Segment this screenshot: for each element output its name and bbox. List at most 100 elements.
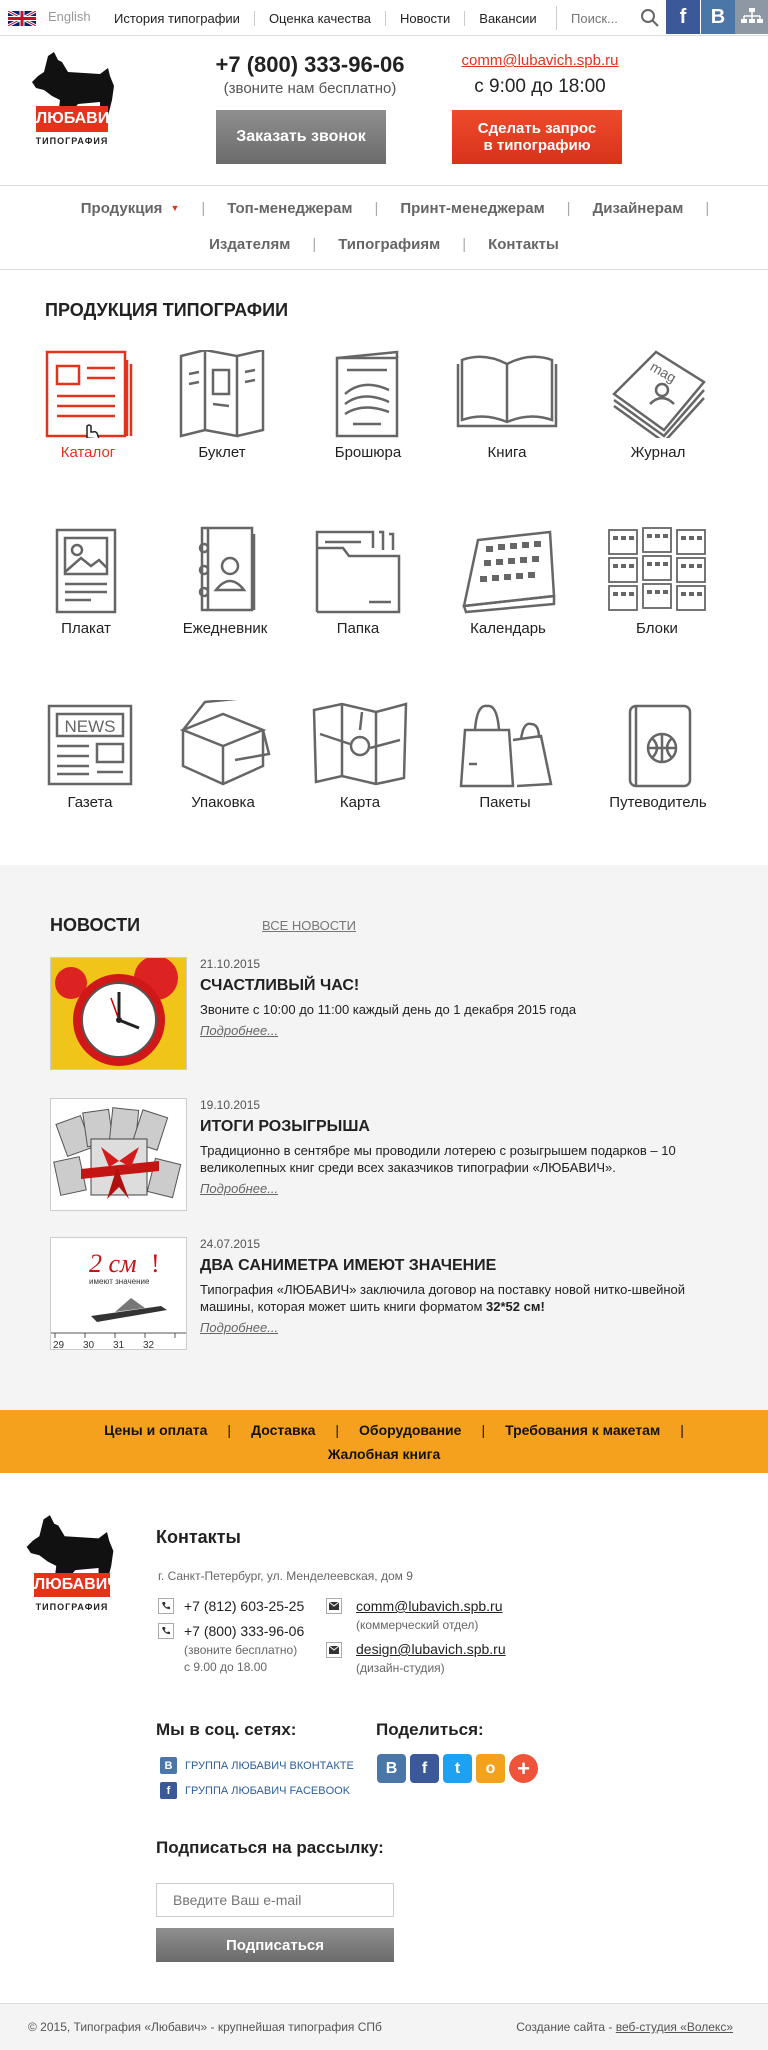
product-planner[interactable]: Ежедневник xyxy=(155,526,295,637)
news-image-clock[interactable] xyxy=(50,957,187,1070)
header-email-link[interactable]: comm@lubavich.spb.ru xyxy=(440,52,640,69)
top-nav-news[interactable]: Новости xyxy=(384,10,464,26)
news-summary-text: Звоните с 10:00 до 11:00 каждый день до … xyxy=(200,1002,577,1017)
nav-contacts[interactable]: Контакты xyxy=(466,236,581,253)
main-nav-row1: Продукция ▼ | Топ-менеджерам | Принт-мене… xyxy=(0,200,768,217)
product-packaging[interactable]: Упаковка xyxy=(153,700,293,811)
news-headline[interactable]: ДВА САНИМЕТРА ИМЕЮТ ЗНАЧЕНИЕ xyxy=(200,1257,496,1275)
product-calendar[interactable]: Календарь xyxy=(438,526,578,637)
news-summary: Традиционно в сентябре мы проводили лоте… xyxy=(200,1142,720,1197)
subscribe-button[interactable]: Подписаться xyxy=(156,1928,394,1962)
product-label: Календарь xyxy=(470,620,546,637)
catalog-icon xyxy=(45,350,133,438)
facebook-icon[interactable]: f xyxy=(160,1782,177,1799)
search-icon[interactable] xyxy=(640,8,660,28)
header-phone[interactable]: +7 (800) 333-96-06 xyxy=(160,52,460,78)
news-date: 21.10.2015 xyxy=(200,957,261,971)
all-news-link[interactable]: ВСЕ НОВОСТИ xyxy=(262,918,356,933)
main-nav-row2: Издателям | Типографиям | Контакты xyxy=(0,236,768,253)
news-summary-text: Типография «ЛЮБАВИЧ» заключила договор н… xyxy=(200,1281,720,1315)
footer-phone-2[interactable]: +7 (800) 333-96-06 xyxy=(184,1623,304,1639)
share-odnoklassniki-icon[interactable]: о xyxy=(476,1754,505,1783)
news-image-ruler-big-text: 2 см xyxy=(89,1249,137,1278)
news-more-link[interactable]: Подробнее... xyxy=(200,1181,278,1196)
facebook-icon[interactable]: f xyxy=(666,0,700,34)
sitemap-icon[interactable] xyxy=(735,0,768,34)
news-more-link[interactable]: Подробнее... xyxy=(200,1023,278,1038)
product-folder[interactable]: Папка xyxy=(288,528,428,637)
logo[interactable]: ЛЮБАВИЧ ТИПОГРАФИЯ xyxy=(28,50,120,160)
product-blocks[interactable]: Блоки xyxy=(587,526,727,637)
link-separator: | xyxy=(680,1422,684,1438)
footer-phone-1[interactable]: +7 (812) 603-25-25 xyxy=(184,1598,304,1614)
top-nav-history[interactable]: История типографии xyxy=(100,11,254,26)
link-complaints-book[interactable]: Жалобная книга xyxy=(308,1446,461,1462)
product-catalog[interactable]: Каталог xyxy=(18,350,158,461)
share-facebook-icon[interactable]: f xyxy=(410,1754,439,1783)
link-layout-requirements[interactable]: Требования к макетам xyxy=(485,1422,680,1438)
logo-label: ЛЮБАВИЧ xyxy=(34,1573,118,1597)
news-title: НОВОСТИ xyxy=(50,915,141,935)
nav-print-managers[interactable]: Принт-менеджерам xyxy=(378,200,566,217)
nav-top-managers[interactable]: Топ-менеджерам xyxy=(205,200,374,217)
logo-label: ЛЮБАВИЧ xyxy=(36,106,120,132)
top-nav-jobs[interactable]: Вакансии xyxy=(464,10,550,26)
product-label: Брошюра xyxy=(334,444,402,461)
nav-designers[interactable]: Дизайнерам xyxy=(571,200,706,217)
share-twitter-icon[interactable]: t xyxy=(443,1754,472,1783)
share-more-icon[interactable]: + xyxy=(509,1754,538,1783)
vkontakte-icon[interactable]: В xyxy=(701,0,735,34)
link-delivery[interactable]: Доставка xyxy=(231,1422,335,1438)
nav-publishers[interactable]: Издателям xyxy=(187,236,312,253)
nav-printing-houses[interactable]: Типографиям xyxy=(316,236,462,253)
share-title: Поделиться: xyxy=(376,1720,484,1739)
footer-phone-2-note: (звоните бесплатно) xyxy=(184,1643,298,1657)
product-map[interactable]: Карта xyxy=(290,700,430,811)
footer-email-commercial[interactable]: comm@lubavich.spb.ru xyxy=(356,1598,503,1614)
subscribe-email-input[interactable] xyxy=(156,1883,394,1917)
uk-flag-icon[interactable] xyxy=(8,11,36,26)
nav-products[interactable]: Продукция ▼ xyxy=(59,200,202,217)
language-link[interactable]: English xyxy=(48,9,91,24)
product-magazine[interactable]: mag Журнал xyxy=(588,350,728,461)
request-button[interactable]: Сделать запрос в типографию xyxy=(452,110,622,164)
book-icon xyxy=(456,355,558,428)
folder-icon xyxy=(315,530,401,614)
product-label: Буклет xyxy=(198,444,246,461)
nav-separator: | xyxy=(705,200,710,217)
link-prices[interactable]: Цены и оплата xyxy=(84,1422,227,1438)
social-title: Мы в соц. сетях: xyxy=(156,1720,297,1739)
newspaper-icon: NEWS xyxy=(47,704,133,786)
share-vk-icon[interactable]: В xyxy=(377,1754,406,1783)
top-nav-quality[interactable]: Оценка качества xyxy=(253,10,385,26)
footer-email-design[interactable]: design@lubavich.spb.ru xyxy=(356,1641,506,1657)
fb-group-link[interactable]: ГРУППА ЛЮБАВИЧ FACEBOOK xyxy=(185,1785,350,1797)
developer-link[interactable]: веб-студия «Волекс» xyxy=(616,2020,733,2034)
news-summary-text: Традиционно в сентябре мы проводили лоте… xyxy=(200,1143,676,1175)
news-headline[interactable]: ИТОГИ РОЗЫГРЫША xyxy=(200,1118,370,1136)
blocks-icon xyxy=(608,527,706,611)
vk-group-link[interactable]: ГРУППА ЛЮБАВИЧ ВКОНТАКТЕ xyxy=(185,1760,354,1772)
product-bags[interactable]: Пакеты xyxy=(435,700,575,811)
footer-logo[interactable]: ЛЮБАВИЧ ТИПОГРАФИЯ xyxy=(22,1513,118,1628)
product-book[interactable]: Книга xyxy=(437,350,577,461)
news-more-link[interactable]: Подробнее... xyxy=(200,1320,278,1335)
box-icon xyxy=(179,700,271,786)
search-input[interactable] xyxy=(557,6,627,30)
logo-subtitle: ТИПОГРАФИЯ xyxy=(35,136,109,146)
product-guidebook[interactable]: Путеводитель xyxy=(588,702,728,811)
news-image-ruler[interactable]: 2 см ! имеют значение 29 30 31 32 xyxy=(50,1237,187,1350)
order-call-button[interactable]: Заказать звонок xyxy=(216,110,386,164)
product-label: Путеводитель xyxy=(609,794,707,811)
product-poster[interactable]: Плакат xyxy=(16,528,156,637)
vkontakte-icon[interactable]: В xyxy=(160,1757,177,1774)
newspaper-icon-label: NEWS xyxy=(65,717,116,736)
news-image-ruler-tick: 32 xyxy=(143,1340,155,1350)
product-booklet[interactable]: Буклет xyxy=(152,350,292,461)
product-label: Журнал xyxy=(630,444,686,461)
link-equipment[interactable]: Оборудование xyxy=(339,1422,481,1438)
product-newspaper[interactable]: NEWS Газета xyxy=(20,702,160,811)
news-headline[interactable]: СЧАСТЛИВЫЙ ЧАС! xyxy=(200,977,359,995)
product-brochure[interactable]: Брошюра xyxy=(298,350,438,461)
news-image-books[interactable] xyxy=(50,1098,187,1211)
